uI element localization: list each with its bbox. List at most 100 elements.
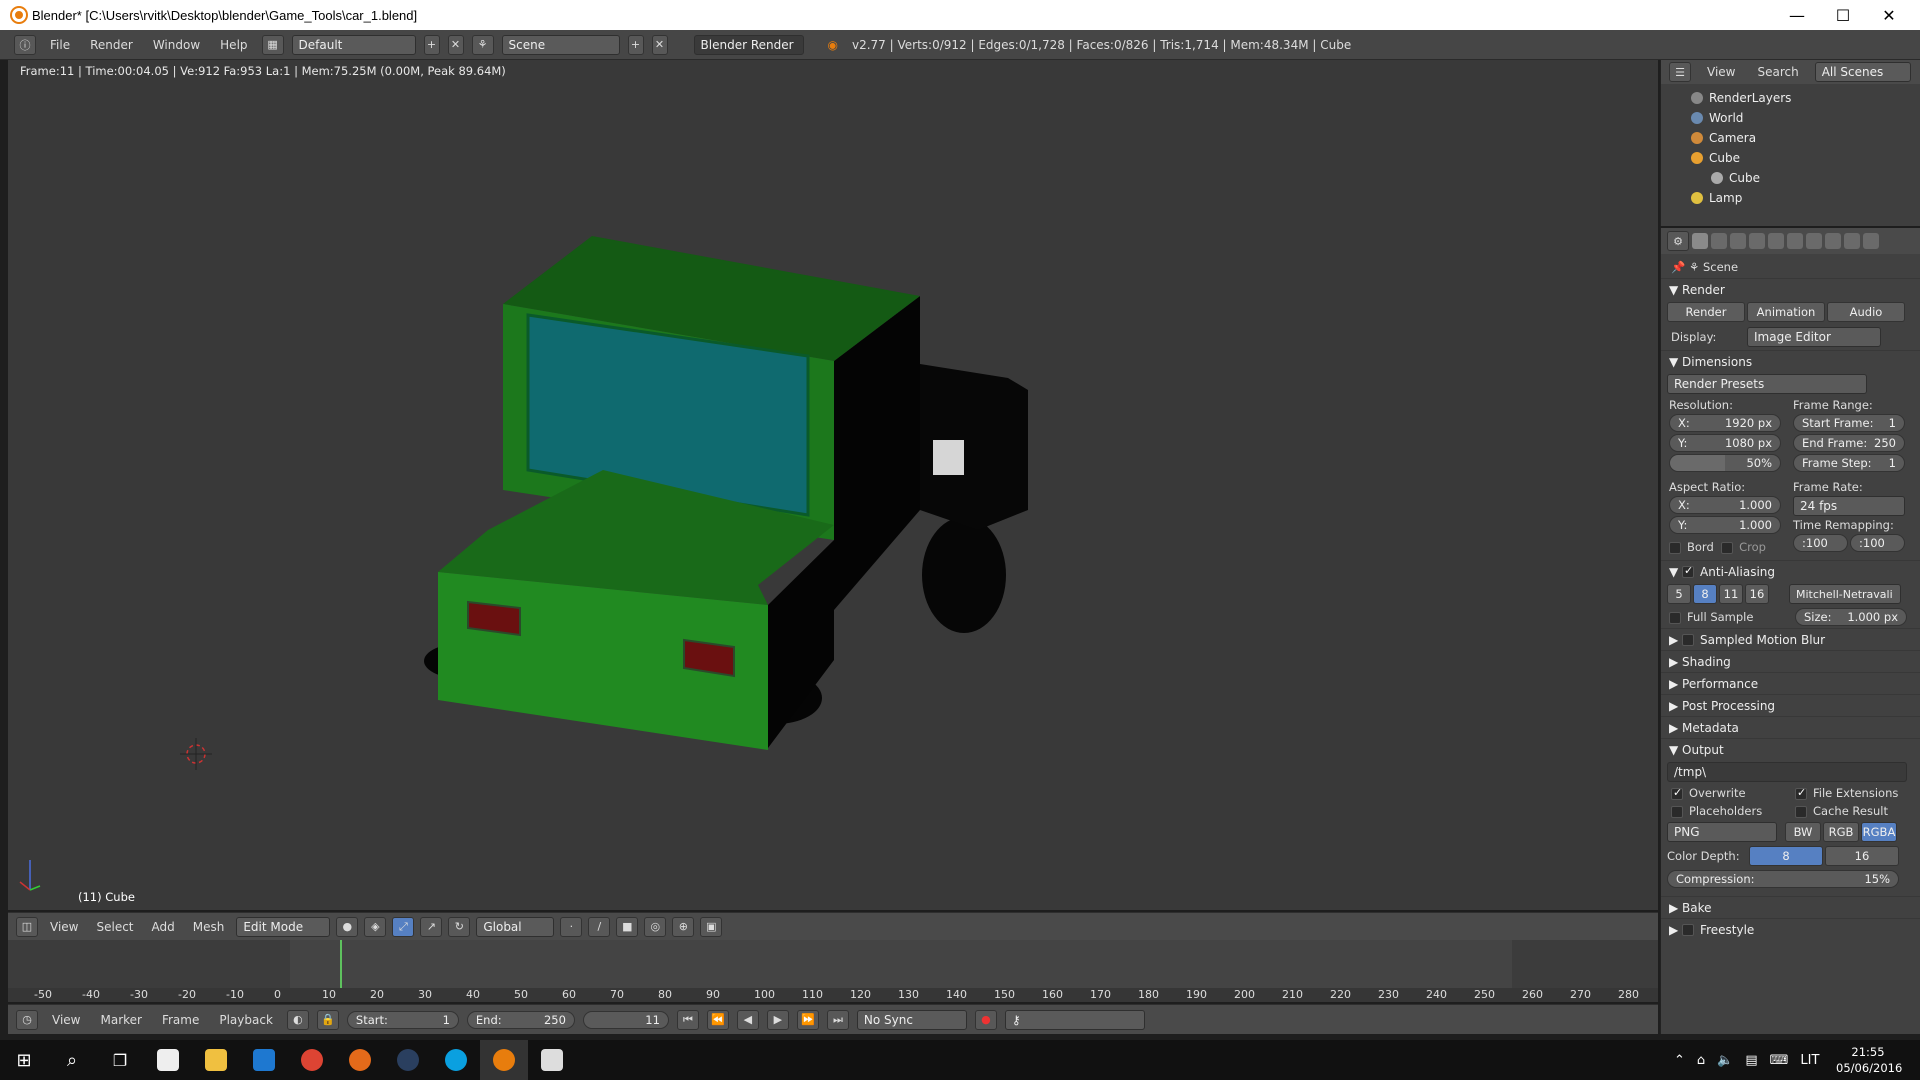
task-view-button[interactable]: ❐: [96, 1040, 144, 1080]
resolution-y-field[interactable]: Y: 1080 px: [1669, 434, 1781, 452]
menu-view[interactable]: View: [44, 920, 84, 934]
shading-select-icon[interactable]: ●: [336, 916, 359, 937]
render-engine-select[interactable]: Blender Render: [693, 34, 804, 55]
close-button[interactable]: ✕: [1866, 0, 1912, 30]
animation-button[interactable]: Animation: [1747, 302, 1825, 322]
view3d-editor-icon[interactable]: ◫: [16, 916, 38, 937]
constraints-tab-icon[interactable]: [1787, 233, 1803, 249]
scene-select[interactable]: Scene: [501, 34, 620, 55]
render-button[interactable]: Render: [1667, 302, 1745, 322]
sync-select[interactable]: No Sync: [856, 1009, 967, 1030]
tray-chevron-icon[interactable]: ⌃: [1674, 1053, 1685, 1068]
menu-marker[interactable]: Marker: [94, 1013, 147, 1027]
outliner-item-cube[interactable]: Cube: [1691, 148, 1920, 168]
blender-app[interactable]: [480, 1040, 528, 1080]
render-preview-icon[interactable]: ▣: [700, 916, 723, 937]
render-tab-icon[interactable]: [1692, 233, 1708, 249]
panel-bake[interactable]: ▶ Bake: [1661, 896, 1920, 918]
rotate-icon[interactable]: ↻: [448, 916, 471, 937]
snap-icon[interactable]: ⊕: [672, 916, 695, 937]
display-select[interactable]: Image Editor: [1747, 327, 1881, 347]
mode-select[interactable]: Edit Mode: [236, 916, 331, 937]
outliner-item-world[interactable]: World: [1691, 108, 1920, 128]
panel-freestyle[interactable]: ▶ Freestyle: [1661, 918, 1920, 940]
menu-view-timeline[interactable]: View: [46, 1013, 86, 1027]
timeline-editor-icon[interactable]: ◷: [16, 1009, 38, 1030]
depth-8-button[interactable]: 8: [1749, 846, 1823, 866]
scene-tab-icon[interactable]: [1730, 233, 1746, 249]
outliner-menu-search[interactable]: Search: [1751, 65, 1804, 79]
minimize-button[interactable]: —: [1774, 0, 1820, 30]
keyboard-icon[interactable]: ⌨: [1770, 1053, 1789, 1068]
color-bw-button[interactable]: BW: [1785, 822, 1821, 842]
aa-checkbox[interactable]: [1682, 564, 1695, 578]
volume-icon[interactable]: 🔈: [1717, 1053, 1733, 1068]
depth-16-button[interactable]: 16: [1825, 846, 1899, 866]
face-select-icon[interactable]: ■: [616, 916, 639, 937]
end-frame-field[interactable]: End: 250: [466, 1010, 575, 1029]
menu-mesh[interactable]: Mesh: [187, 920, 231, 934]
motion-blur-checkbox[interactable]: [1682, 633, 1695, 646]
manipulator-icon[interactable]: ⤢: [392, 916, 415, 937]
data-tab-icon[interactable]: [1825, 233, 1841, 249]
screen-layout-icon[interactable]: ▦: [261, 34, 284, 55]
color-rgb-button[interactable]: RGB: [1823, 822, 1859, 842]
add-scene-icon[interactable]: +: [627, 34, 644, 55]
outliner-item-camera[interactable]: Camera: [1691, 128, 1920, 148]
file-format-select[interactable]: PNG: [1667, 822, 1777, 842]
record-icon[interactable]: ●: [974, 1009, 997, 1030]
panel-motion-blur[interactable]: ▶ Sampled Motion Blur: [1661, 628, 1920, 650]
editor-type-icon[interactable]: ⓘ: [14, 34, 36, 55]
remap-old-field[interactable]: :100: [1793, 534, 1848, 552]
panel-dimensions[interactable]: ▼ Dimensions: [1661, 350, 1920, 372]
network-icon[interactable]: ⌂: [1697, 1053, 1705, 1068]
edge-select-icon[interactable]: /: [588, 916, 611, 937]
play-icon[interactable]: ▶: [766, 1009, 789, 1030]
layout-select[interactable]: Default: [291, 34, 416, 55]
aspect-x-field[interactable]: X: 1.000: [1669, 496, 1781, 514]
timeline[interactable]: -50 -40 -30 -20 -10 0 10 20 30 40 50 60 70 80 90 100 110…: [8, 940, 1658, 1002]
remap-new-field[interactable]: :100: [1850, 534, 1905, 552]
modifiers-tab-icon[interactable]: [1806, 233, 1822, 249]
proportional-edit-icon[interactable]: ◎: [644, 916, 667, 937]
clock[interactable]: 21:55 05/06/2016: [1836, 1044, 1902, 1076]
aa-filter-select[interactable]: Mitchell-Netravali: [1789, 584, 1901, 604]
audio-button[interactable]: Audio: [1827, 302, 1905, 322]
prev-keyframe-icon[interactable]: ⏪: [706, 1009, 729, 1030]
aa-16-button[interactable]: 16: [1745, 584, 1769, 604]
current-frame-field[interactable]: 11: [582, 1010, 669, 1029]
color-rgba-button[interactable]: RGBA: [1861, 822, 1897, 842]
start-frame-field[interactable]: Start: 1: [346, 1010, 459, 1029]
crop-checkbox[interactable]: [1721, 541, 1734, 554]
jump-end-icon[interactable]: ⏭: [826, 1009, 849, 1030]
full-sample-checkbox[interactable]: [1669, 611, 1681, 624]
car-model[interactable]: [8, 60, 1658, 910]
resolution-percentage-field[interactable]: 50%: [1669, 454, 1781, 472]
aspect-y-field[interactable]: Y: 1.000: [1669, 516, 1781, 534]
freestyle-checkbox[interactable]: [1682, 923, 1695, 936]
panel-anti-aliasing[interactable]: ▼ Anti-Aliasing: [1661, 560, 1920, 582]
app-orange[interactable]: [336, 1040, 384, 1080]
panel-output[interactable]: ▼ Output: [1661, 738, 1920, 760]
frame-step-prop[interactable]: Frame Step: 1: [1793, 454, 1905, 472]
bord-checkbox[interactable]: [1669, 541, 1681, 554]
outliner-item-renderlayers[interactable]: RenderLayers: [1691, 88, 1920, 108]
file-extensions-checkbox[interactable]: [1795, 786, 1807, 800]
menu-frame[interactable]: Frame: [156, 1013, 205, 1027]
menu-window[interactable]: Window: [147, 38, 206, 52]
outliner-item-cube-mesh[interactable]: Cube: [1691, 168, 1920, 188]
remove-scene-icon[interactable]: ✕: [651, 34, 668, 55]
chrome-app[interactable]: [288, 1040, 336, 1080]
language-indicator[interactable]: LIT: [1800, 1053, 1819, 1068]
scene-icon[interactable]: ⚘: [471, 34, 494, 55]
menu-render[interactable]: Render: [84, 38, 139, 52]
unity-app[interactable]: [528, 1040, 576, 1080]
resolution-x-field[interactable]: X: 1920 px: [1669, 414, 1781, 432]
search-button[interactable]: ⌕: [48, 1040, 96, 1080]
add-layout-icon[interactable]: +: [423, 34, 440, 55]
end-frame-prop[interactable]: End Frame: 250: [1793, 434, 1905, 452]
next-keyframe-icon[interactable]: ⏩: [796, 1009, 819, 1030]
outliner-editor-icon[interactable]: ☰: [1669, 62, 1691, 82]
3d-cursor[interactable]: [180, 738, 212, 770]
material-tab-icon[interactable]: [1844, 233, 1860, 249]
